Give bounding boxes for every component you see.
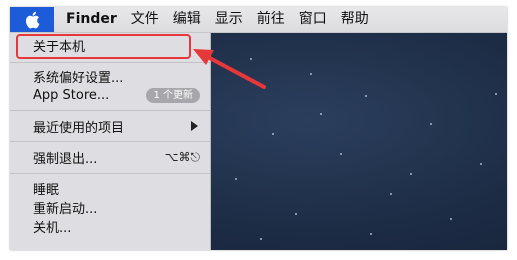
red-arrow-icon [193,49,266,89]
screenshot-frame: Finder 文件 编辑 显示 前往 窗口 帮助 关于本机 系统偏好设置... [10,7,507,250]
